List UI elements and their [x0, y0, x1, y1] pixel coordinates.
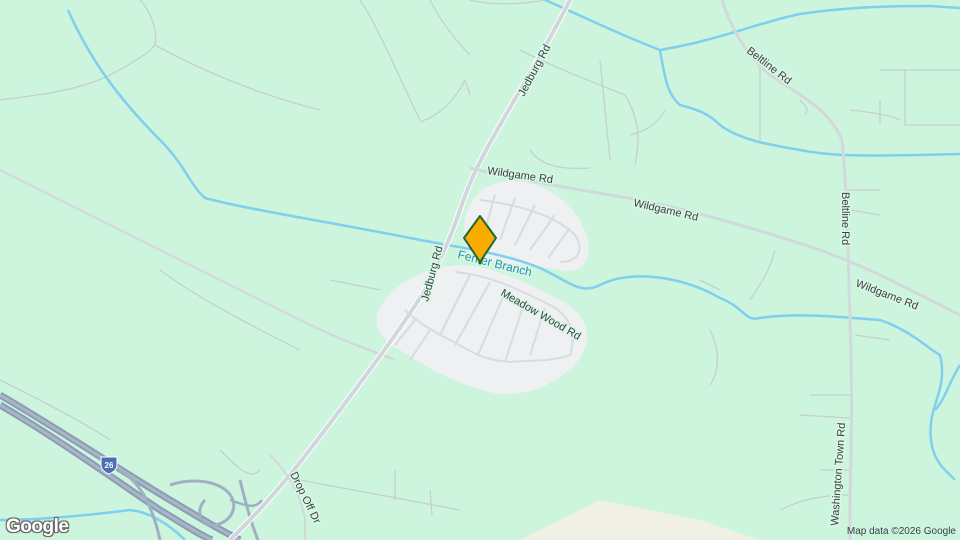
road-label-beltline-side: Beltline Rd — [839, 192, 851, 245]
interstate-shield-number: 26 — [105, 461, 114, 470]
map-canvas[interactable]: 26 Jedburg Rd Jedburg Rd Beltline Rd Bel… — [0, 0, 960, 540]
map-layer: 26 Jedburg Rd Jedburg Rd Beltline Rd Bel… — [0, 0, 960, 540]
google-logo: Google — [6, 516, 69, 537]
map-attribution[interactable]: Map data ©2026 Google — [845, 525, 958, 538]
